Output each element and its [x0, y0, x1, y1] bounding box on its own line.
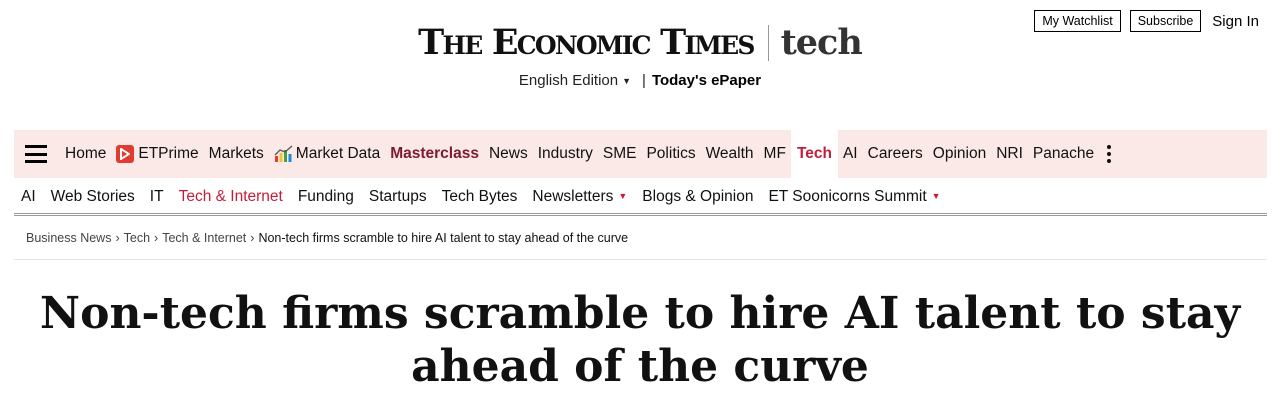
nav-item-label: Market Data: [295, 145, 381, 162]
nav-item-market-data[interactable]: Market Data: [274, 130, 380, 178]
play-icon: [116, 145, 135, 163]
sub-nav: AI Web Stories IT Tech & Internet Fundin…: [14, 180, 1267, 216]
article-headline: Non-tech firms scramble to hire AI talen…: [0, 287, 1280, 393]
nav-item-label: ETPrime: [138, 145, 199, 162]
breadcrumb-link[interactable]: Business News: [26, 231, 111, 245]
nav-item-markets[interactable]: Markets: [209, 130, 264, 178]
logo-wordmark: The Economic Times: [418, 22, 755, 63]
divider: |: [642, 72, 646, 89]
headline-line: Non-tech firms scramble to hire AI talen…: [39, 288, 1241, 339]
headline-line: ahead of the curve: [411, 341, 869, 392]
edition-row: English Edition ▼ | Today's ePaper: [0, 72, 1280, 89]
caret-down-icon: ▼: [622, 76, 632, 86]
epaper-link[interactable]: Today's ePaper: [652, 72, 761, 89]
nav-item-nri[interactable]: NRI: [996, 130, 1023, 178]
nav-item-news[interactable]: News: [489, 130, 528, 178]
edition-label: English Edition: [518, 72, 619, 89]
breadcrumb-link[interactable]: Tech: [124, 231, 150, 245]
divider: [14, 259, 1267, 260]
sub-nav-web-stories[interactable]: Web Stories: [51, 188, 135, 206]
sub-nav-blogs-opinion[interactable]: Blogs & Opinion: [642, 188, 753, 206]
breadcrumb-separator: ›: [154, 231, 159, 245]
sub-nav-it[interactable]: IT: [150, 188, 164, 206]
sub-nav-ai[interactable]: AI: [21, 188, 36, 206]
nav-item-wealth[interactable]: Wealth: [706, 130, 754, 178]
caret-down-icon: ▼: [931, 190, 941, 201]
sub-nav-funding[interactable]: Funding: [298, 188, 354, 206]
nav-item-ai[interactable]: AI: [843, 130, 858, 178]
masthead: The Economic Times tech: [0, 22, 1280, 63]
nav-item-politics[interactable]: Politics: [646, 130, 695, 178]
nav-item-masterclass[interactable]: Masterclass: [390, 130, 479, 178]
hamburger-menu-icon[interactable]: [25, 145, 47, 163]
sub-nav-label: Newsletters: [532, 187, 614, 205]
breadcrumb: Business News › Tech › Tech & Internet › Non-t…: [26, 231, 628, 245]
sub-nav-soonicorns-summit[interactable]: ET Soonicorns Summit ▼: [768, 188, 940, 206]
nav-item-tech[interactable]: Tech: [790, 130, 838, 178]
logo-divider: [767, 24, 769, 61]
nav-item-etprime[interactable]: ETPrime: [116, 130, 199, 178]
chart-icon: [274, 145, 293, 162]
more-menu-icon[interactable]: [1107, 145, 1112, 163]
nav-item-home[interactable]: Home: [65, 130, 106, 178]
nav-item-mf[interactable]: MF: [764, 130, 786, 178]
nav-item-sme[interactable]: SME: [603, 130, 637, 178]
edition-selector[interactable]: English Edition ▼: [519, 72, 631, 89]
breadcrumb-separator: ›: [115, 231, 120, 245]
nav-item-industry[interactable]: Industry: [538, 130, 593, 178]
sub-nav-tech-internet[interactable]: Tech & Internet: [179, 188, 283, 206]
breadcrumb-separator: ›: [250, 231, 255, 245]
nav-item-panache[interactable]: Panache: [1033, 130, 1094, 178]
caret-down-icon: ▼: [618, 190, 628, 201]
main-nav: Home ETPrime Markets Market Data Masterc…: [14, 130, 1267, 178]
sub-nav-newsletters[interactable]: Newsletters ▼: [532, 188, 627, 206]
breadcrumb-current: Non-tech firms scramble to hire AI talen…: [258, 231, 629, 245]
sub-nav-startups[interactable]: Startups: [369, 188, 427, 206]
breadcrumb-link[interactable]: Tech & Internet: [162, 231, 246, 245]
nav-item-careers[interactable]: Careers: [868, 130, 923, 178]
sub-nav-tech-bytes[interactable]: Tech Bytes: [442, 188, 518, 206]
nav-item-opinion[interactable]: Opinion: [933, 130, 986, 178]
sub-nav-label: ET Soonicorns Summit: [768, 187, 927, 205]
logo-section-name: tech: [780, 22, 863, 63]
site-logo[interactable]: The Economic Times tech: [418, 22, 863, 63]
